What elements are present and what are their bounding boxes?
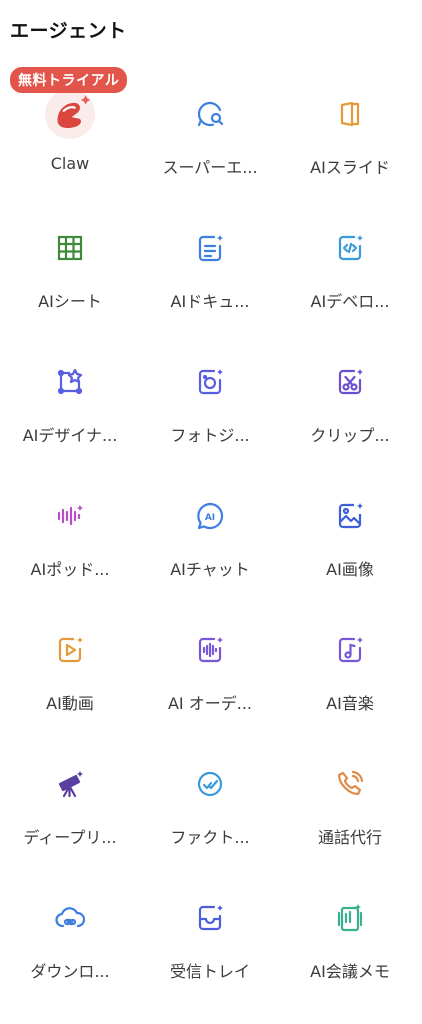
audio-icon	[190, 630, 230, 670]
design-icon	[50, 362, 90, 402]
agent-image[interactable]: AI画像	[280, 480, 420, 614]
agent-fact-check[interactable]: ファクト...	[140, 748, 280, 882]
agent-download[interactable]: ダウンロ...	[0, 882, 140, 1016]
ai-chat-icon: AI	[190, 496, 230, 536]
agent-clip[interactable]: クリップ...	[280, 346, 420, 480]
agent-docs[interactable]: AIドキュ...	[140, 212, 280, 346]
document-icon	[190, 228, 230, 268]
agent-audio[interactable]: AI オーデ...	[140, 614, 280, 748]
agent-label: ファクト...	[170, 828, 250, 847]
agent-label: ダウンロ...	[30, 962, 110, 981]
agent-label: AI会議メモ	[310, 962, 390, 981]
code-icon	[330, 228, 370, 268]
svg-text:AI: AI	[205, 513, 215, 523]
agent-developer[interactable]: AIデベロ...	[280, 212, 420, 346]
agent-super[interactable]: スーパーエ...	[140, 78, 280, 212]
agent-claw[interactable]: Claw	[0, 78, 140, 212]
music-icon	[330, 630, 370, 670]
agent-chat[interactable]: AI AIチャット	[140, 480, 280, 614]
video-icon	[50, 630, 90, 670]
agent-label: AIデザイナ...	[22, 426, 118, 445]
fact-check-icon	[190, 764, 230, 804]
agent-label: フォトジ...	[170, 426, 250, 445]
agent-deep-research[interactable]: ディープリ...	[0, 748, 140, 882]
photo-icon	[190, 362, 230, 402]
agent-label: AIポッド...	[30, 560, 110, 579]
agent-label: AI動画	[46, 694, 94, 713]
agent-label: AIスライド	[310, 158, 390, 177]
chat-search-icon	[190, 94, 230, 134]
meeting-notes-icon	[330, 898, 370, 938]
inbox-icon	[190, 898, 230, 938]
cloud-link-icon	[50, 898, 90, 938]
clip-scissors-icon	[330, 362, 370, 402]
agent-label: AI オーデ...	[167, 694, 252, 713]
agent-video[interactable]: AI動画	[0, 614, 140, 748]
agent-music[interactable]: AI音楽	[280, 614, 420, 748]
agent-label: 受信トレイ	[169, 962, 250, 981]
agent-inbox[interactable]: 受信トレイ	[140, 882, 280, 1016]
telescope-icon	[50, 764, 90, 804]
agent-call[interactable]: 通話代行	[280, 748, 420, 882]
agent-sheet[interactable]: AIシート	[0, 212, 140, 346]
claw-icon	[45, 89, 95, 139]
section-title: エージェント	[10, 20, 127, 42]
podcast-wave-icon	[50, 496, 90, 536]
agent-label: AIシート	[38, 292, 102, 311]
agent-slides[interactable]: AIスライド	[280, 78, 420, 212]
agent-label: AIドキュ...	[170, 292, 250, 311]
agent-label: AIチャット	[170, 560, 250, 579]
agent-meeting-notes[interactable]: AI会議メモ	[280, 882, 420, 1016]
agent-designer[interactable]: AIデザイナ...	[0, 346, 140, 480]
agent-podcast[interactable]: AIポッド...	[0, 480, 140, 614]
agent-label: スーパーエ...	[162, 158, 258, 177]
agent-label: クリップ...	[310, 426, 390, 445]
agent-photo[interactable]: フォトジ...	[140, 346, 280, 480]
slides-icon	[330, 94, 370, 134]
agent-label: ディープリ...	[23, 828, 117, 847]
agent-label: 通話代行	[317, 828, 382, 847]
free-trial-badge: 無料トライアル	[10, 67, 128, 93]
sheet-grid-icon	[50, 228, 90, 268]
agent-label: AI画像	[326, 560, 374, 579]
image-icon	[330, 496, 370, 536]
agent-grid: Claw スーパーエ... AIスライド AIシート AIドキュ... AIデベ…	[0, 78, 422, 1016]
phone-icon	[330, 764, 370, 804]
agent-label: AIデベロ...	[310, 292, 390, 311]
agent-label: AI音楽	[326, 694, 374, 713]
agent-label: Claw	[50, 154, 90, 173]
